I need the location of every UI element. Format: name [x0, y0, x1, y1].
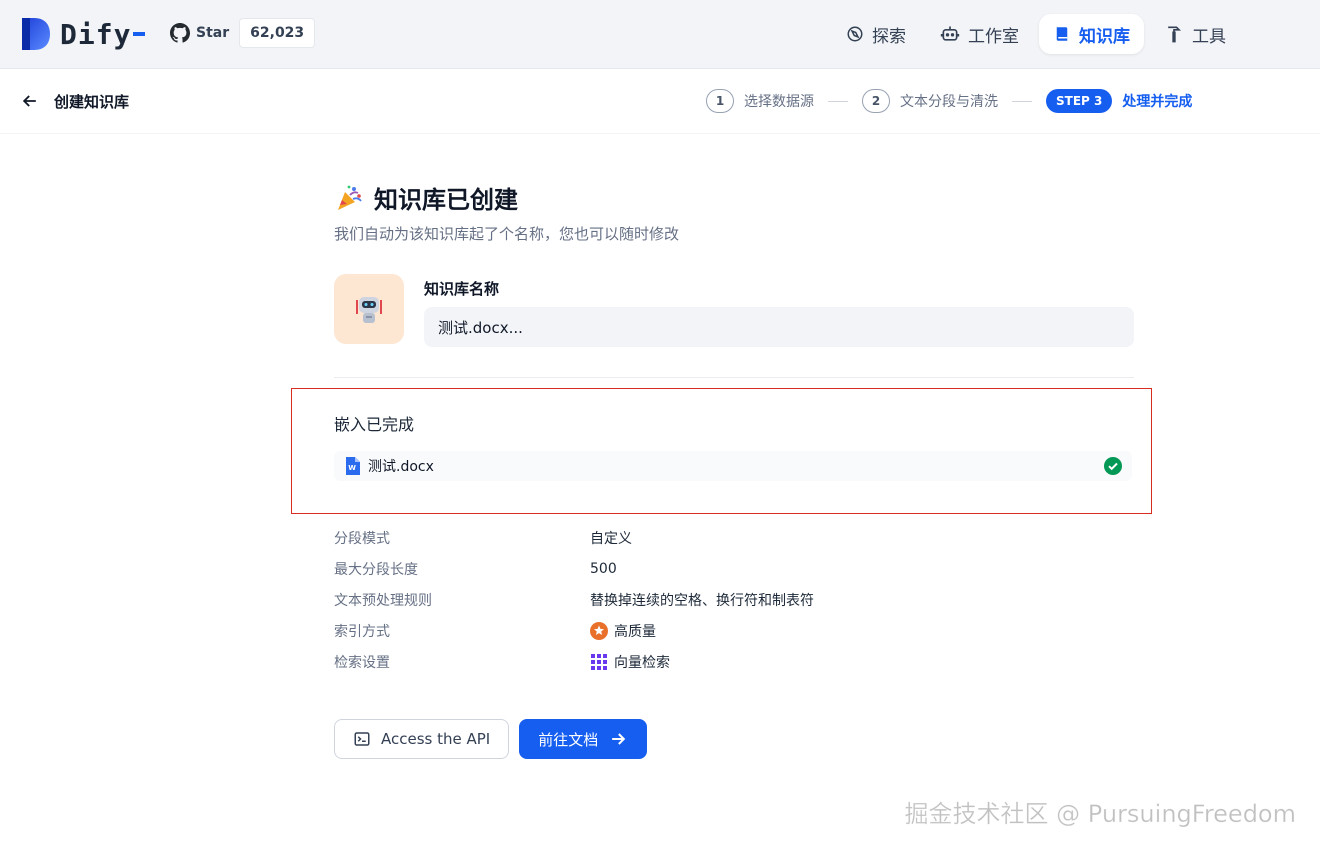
setting-value: 自定义 [590, 530, 632, 547]
processing-settings: 分段模式 自定义 最大分段长度 500 文本预处理规则 替换掉连续的空格、换行符… [334, 522, 1134, 677]
setting-key: 文本预处理规则 [334, 592, 432, 609]
step-3-badge: STEP 3 [1046, 89, 1113, 113]
knowledge-name-input[interactable] [424, 307, 1134, 347]
page-subtitle: 我们自动为该知识库起了个名称，您也可以随时修改 [334, 225, 680, 243]
app-name: Dify [60, 17, 132, 51]
back-arrow-icon[interactable] [20, 91, 40, 111]
main-nav: 探索 工作室 知识库 工具 [826, 14, 1240, 54]
step-1-number: 1 [706, 89, 734, 113]
setting-row: 检索设置 向量检索 [334, 646, 1134, 677]
nav-studio[interactable]: 工作室 [926, 14, 1033, 54]
setting-value: 替换掉连续的空格、换行符和制表符 [590, 592, 814, 609]
step-3: STEP 3 处理并完成 [1046, 89, 1192, 113]
setting-value: 向量检索 [614, 654, 670, 671]
setting-row: 索引方式 高质量 [334, 615, 1134, 646]
party-popper-icon [338, 185, 362, 210]
setting-key: 最大分段长度 [334, 561, 418, 578]
step-3-label: 处理并完成 [1122, 94, 1193, 110]
embedded-file-row[interactable]: W 测试.docx [334, 451, 1132, 481]
go-to-docs-label: 前往文档 [538, 730, 599, 749]
setting-value: 500 [590, 560, 617, 577]
step-2-number: 2 [862, 89, 890, 113]
embedding-status-title: 嵌入已完成 [334, 415, 415, 434]
robot-icon [940, 26, 960, 41]
step-separator [828, 100, 848, 102]
go-to-docs-button[interactable]: 前往文档 [519, 719, 648, 759]
star-badge-icon [590, 621, 608, 640]
terminal-icon [354, 732, 370, 746]
step-1-label: 选择数据源 [744, 94, 814, 110]
nav-explore-label: 探索 [872, 26, 906, 47]
page-heading: 知识库已创建 [374, 186, 518, 214]
knowledge-name-section: 知识库名称 [334, 274, 1134, 347]
hammer-icon [1168, 26, 1182, 43]
setting-value-with-icon: 向量检索 [590, 652, 670, 672]
grid-icon [591, 653, 607, 670]
nav-knowledge-label: 知识库 [1079, 26, 1130, 47]
nav-tools-label: 工具 [1192, 26, 1226, 47]
setting-key: 检索设置 [334, 654, 390, 671]
step-1: 1 选择数据源 [706, 89, 814, 113]
nav-tools[interactable]: 工具 [1150, 14, 1240, 54]
github-star-label: Star [196, 25, 230, 41]
knowledge-name-label: 知识库名称 [424, 280, 500, 298]
watermark: 掘金技术社区 @ PursuingFreedom [904, 800, 1296, 829]
setting-value-with-icon: 高质量 [590, 621, 656, 641]
word-file-icon: W [346, 457, 360, 475]
step-indicator: 1 选择数据源 2 文本分段与清洗 STEP 3 处理并完成 [706, 89, 1192, 113]
setting-key: 索引方式 [334, 623, 390, 640]
divider [334, 377, 1134, 378]
setting-row: 分段模式 自定义 [334, 522, 1134, 553]
dify-logo[interactable]: Dify [20, 16, 146, 52]
arrow-right-icon [612, 733, 626, 745]
access-api-label: Access the API [381, 730, 491, 748]
success-header: 知识库已创建 我们自动为该知识库起了个名称，您也可以随时修改 [334, 180, 1134, 244]
embedded-file-name: 测试.docx [368, 459, 434, 475]
nav-studio-label: 工作室 [968, 26, 1019, 47]
github-star[interactable]: Star 62,023 [170, 17, 316, 49]
github-star-button[interactable]: Star [170, 23, 239, 43]
page-title: 创建知识库 [54, 93, 130, 111]
github-icon [170, 23, 190, 43]
logo-cursor [133, 32, 146, 36]
robot-avatar-icon [356, 297, 382, 323]
access-api-button[interactable]: Access the API [334, 719, 510, 759]
knowledge-avatar[interactable] [334, 274, 404, 344]
compass-icon [847, 26, 863, 42]
check-circle-icon [1104, 457, 1122, 475]
setting-key: 分段模式 [334, 530, 390, 547]
top-navbar: Dify Star 62,023 探索 工作室 知识库 工具 [0, 0, 1320, 69]
nav-explore[interactable]: 探索 [832, 14, 920, 54]
github-star-count: 62,023 [239, 18, 316, 48]
step-2: 2 文本分段与清洗 [862, 89, 998, 113]
setting-value: 高质量 [614, 623, 656, 640]
step-separator [1012, 100, 1032, 102]
setting-row: 文本预处理规则 替换掉连续的空格、换行符和制表符 [334, 584, 1134, 615]
sub-header: 创建知识库 1 选择数据源 2 文本分段与清洗 STEP 3 处理并完成 [0, 69, 1320, 134]
nav-knowledge[interactable]: 知识库 [1039, 14, 1144, 54]
book-icon [1056, 27, 1068, 41]
action-buttons: Access the API 前往文档 [334, 719, 648, 759]
dify-logo-icon [22, 18, 50, 50]
setting-row: 最大分段长度 500 [334, 553, 1134, 584]
step-2-label: 文本分段与清洗 [900, 94, 998, 110]
svg-text:W: W [348, 464, 356, 472]
embedding-status-panel: 嵌入已完成 W 测试.docx [291, 388, 1152, 514]
